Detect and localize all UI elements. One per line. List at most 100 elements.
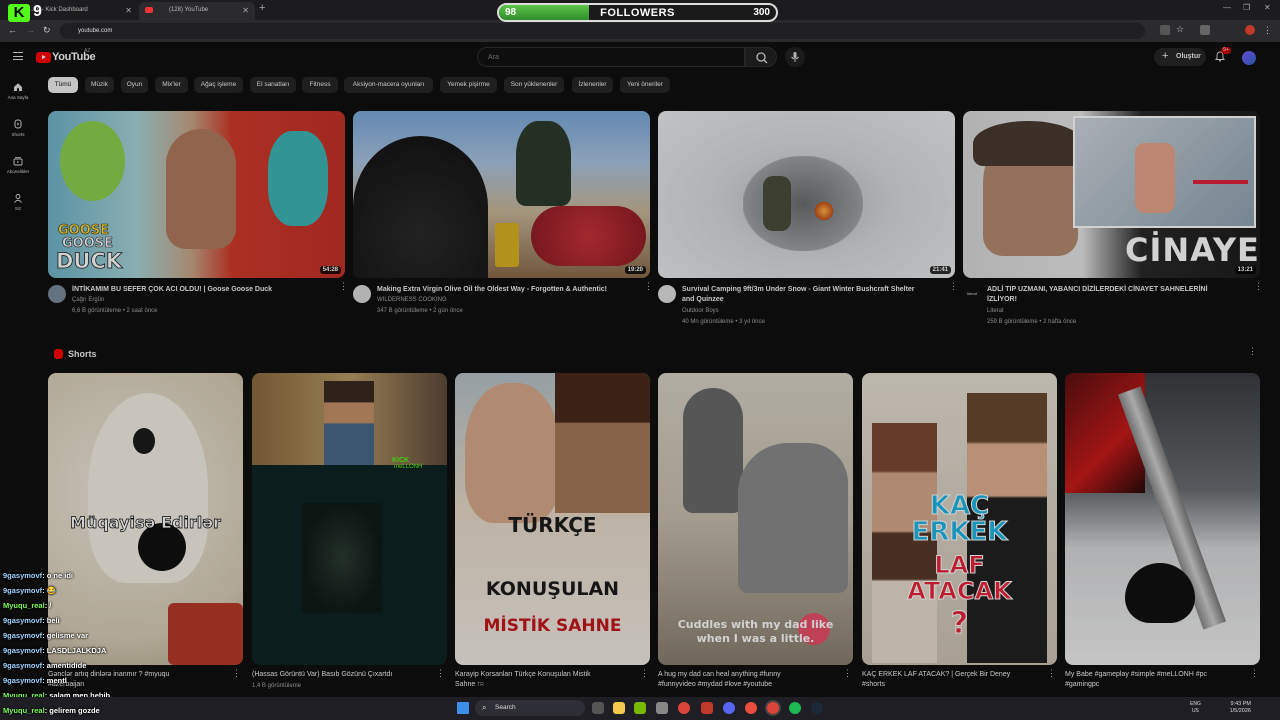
- app-icon[interactable]: [656, 702, 668, 714]
- more-options-icon[interactable]: ⋮: [644, 282, 653, 291]
- short-thumbnail[interactable]: Cuddles with my dad like when I was a li…: [658, 373, 853, 665]
- short-title[interactable]: A hug my dad can heal anything #funny #f…: [658, 670, 838, 690]
- video-thumbnail[interactable]: GOOSE GOOSE DUCK 54:28: [48, 111, 345, 278]
- chip-music[interactable]: Müzik: [85, 77, 114, 93]
- more-options-icon[interactable]: ⋮: [1254, 282, 1263, 291]
- chrome-icon[interactable]: [678, 702, 690, 714]
- steam-icon[interactable]: [811, 702, 823, 714]
- more-options-icon[interactable]: ⋮: [1250, 669, 1259, 678]
- channel-name[interactable]: Outdoor Boys: [682, 308, 719, 314]
- more-options-icon[interactable]: ⋮: [843, 669, 852, 678]
- oil-jar-figure: [495, 223, 519, 267]
- more-options-icon[interactable]: ⋮: [949, 282, 958, 291]
- sidebar-item-label: Ana Sayfa: [7, 95, 29, 100]
- video-title[interactable]: Making Extra Virgin Olive Oil the Oldest…: [377, 285, 632, 295]
- short-caption: Cuddles with my dad like when I was a li…: [677, 618, 834, 645]
- sidebar-item-shorts[interactable]: Shorts: [0, 119, 36, 137]
- close-tab-icon[interactable]: ✕: [242, 6, 249, 15]
- channel-name[interactable]: Çağrı Ergün: [72, 297, 104, 303]
- task-view-icon[interactable]: [592, 702, 604, 714]
- sidebar-item-home[interactable]: Ana Sayfa: [0, 82, 36, 100]
- chip-action-adventure[interactable]: Aksiyon-macera oyunları: [344, 77, 433, 93]
- channel-name[interactable]: Literat: [987, 308, 1004, 314]
- more-options-icon[interactable]: ⋮: [232, 669, 241, 678]
- chip-all[interactable]: Tümü: [48, 77, 78, 93]
- chip-cooking[interactable]: Yemek pişirme: [440, 77, 497, 93]
- cast-icon[interactable]: [1160, 25, 1170, 35]
- close-tab-icon[interactable]: ✕: [125, 6, 132, 15]
- sidebar-item-subscriptions[interactable]: Abonelikler: [0, 156, 36, 174]
- video-title[interactable]: Survival Camping 9ft/3m Under Snow - Gia…: [682, 285, 944, 305]
- short-title[interactable]: KAÇ ERKEK LAF ATACAK? | Gerçek Bir Deney…: [862, 670, 1042, 690]
- channel-avatar[interactable]: literat: [963, 285, 981, 303]
- video-thumbnail[interactable]: 19:20: [353, 111, 650, 278]
- channel-avatar[interactable]: [48, 285, 66, 303]
- discord-icon[interactable]: [723, 702, 735, 714]
- person-figure: [1135, 143, 1175, 213]
- voice-search-button[interactable]: [785, 47, 805, 67]
- youtube-logo-icon[interactable]: [36, 52, 51, 63]
- video-thumbnail[interactable]: 21:41: [658, 111, 955, 278]
- chip-watched[interactable]: İzlenenler: [572, 77, 613, 93]
- video-title[interactable]: ADLİ TIP UZMANI, YABANCI DİZİLERDEKİ CİN…: [987, 285, 1249, 305]
- you-icon: [14, 194, 22, 203]
- sidebar-item-label: Siz: [14, 206, 22, 211]
- windows-start-icon[interactable]: [457, 702, 469, 714]
- close-window-icon[interactable]: ✕: [1264, 3, 1271, 12]
- nvidia-icon[interactable]: [634, 702, 646, 714]
- short-title[interactable]: Gənclər artıq dinlərə inanmır ? #myuqu #…: [48, 670, 228, 690]
- language-indicator[interactable]: ENG US: [1190, 701, 1201, 715]
- profile-icon[interactable]: [1245, 25, 1255, 35]
- more-options-icon[interactable]: ⋮: [339, 282, 348, 291]
- search-button[interactable]: [745, 47, 777, 67]
- minimize-icon[interactable]: —: [1223, 3, 1231, 12]
- kick-watermark: KICK: [392, 457, 410, 464]
- bookmark-star-icon[interactable]: ☆: [1176, 24, 1184, 35]
- sidebar-item-you[interactable]: Siz: [0, 193, 36, 211]
- forward-icon[interactable]: →: [26, 25, 35, 35]
- taskbar-search[interactable]: ⌕ Search: [475, 700, 585, 716]
- channel-avatar[interactable]: [658, 285, 676, 303]
- short-thumbnail[interactable]: TÜRKÇE KONUŞULAN MİSTİK SAHNE: [455, 373, 650, 665]
- reload-icon[interactable]: ↻: [43, 25, 51, 36]
- obs-icon[interactable]: [745, 702, 757, 714]
- spotify-icon[interactable]: [789, 702, 801, 714]
- tab-youtube[interactable]: (128) YouTube ✕: [139, 2, 255, 20]
- more-options-icon[interactable]: ⋮: [1047, 669, 1056, 678]
- short-thumbnail[interactable]: KAÇ ERKEK LAF ATACAK ?: [862, 373, 1057, 665]
- chip-fitness[interactable]: Fitness: [302, 77, 338, 93]
- video-thumbnail[interactable]: CİNAYET 13:21: [963, 111, 1260, 278]
- more-options-icon[interactable]: ⋮: [640, 669, 649, 678]
- chip-woodworking[interactable]: Ağaç işleme: [194, 77, 243, 93]
- chip-gaming[interactable]: Oyun: [121, 77, 148, 93]
- chip-new-to-you[interactable]: Yeni öneriler: [620, 77, 670, 93]
- hamburger-menu-icon[interactable]: [13, 52, 23, 60]
- short-thumbnail[interactable]: KICK meLLONH: [252, 373, 447, 665]
- short-title[interactable]: My Babe #gameplay #simple #meLLONH #pc #…: [1065, 670, 1245, 690]
- app-icon[interactable]: [701, 702, 713, 714]
- file-explorer-icon[interactable]: [613, 702, 625, 714]
- taskbar-clock[interactable]: 9:43 PM 1/5/2026: [1215, 701, 1251, 715]
- extensions-icon[interactable]: [1200, 25, 1210, 35]
- chip-mixes[interactable]: Mix'ler: [155, 77, 188, 93]
- more-options-icon[interactable]: ⋮: [436, 669, 445, 678]
- create-button[interactable]: + Oluştur: [1154, 48, 1206, 66]
- more-options-icon[interactable]: ⋮: [1248, 347, 1257, 356]
- channel-avatar[interactable]: [353, 285, 371, 303]
- new-tab-button[interactable]: +: [259, 2, 265, 14]
- short-thumbnail[interactable]: [1065, 373, 1260, 665]
- back-icon[interactable]: ←: [8, 25, 17, 35]
- search-input[interactable]: Ara: [477, 47, 745, 67]
- url-field[interactable]: youtube.com: [60, 23, 1145, 39]
- menu-icon[interactable]: ⋮: [1263, 25, 1272, 36]
- short-title[interactable]: Karayip Korsanları Türkçe Konuşulan Mist…: [455, 670, 635, 690]
- channel-name[interactable]: WILDERNESS COOKING: [377, 297, 447, 303]
- video-title[interactable]: İNTİKAMIM BU SEFER ÇOK ACI OLDU! | Goose…: [72, 285, 327, 295]
- account-avatar[interactable]: [1242, 51, 1256, 65]
- chip-recently-uploaded[interactable]: Son yüklenenler: [504, 77, 564, 93]
- short-thumbnail[interactable]: Müqayisə Edirlər: [48, 373, 243, 665]
- short-title[interactable]: (Hassas Görüntü Var) Basıb Gözünü Çıxart…: [252, 670, 432, 680]
- chip-crafts[interactable]: El sanatları: [250, 77, 296, 93]
- maximize-icon[interactable]: ❐: [1243, 3, 1250, 12]
- chrome-active-icon[interactable]: [767, 702, 779, 714]
